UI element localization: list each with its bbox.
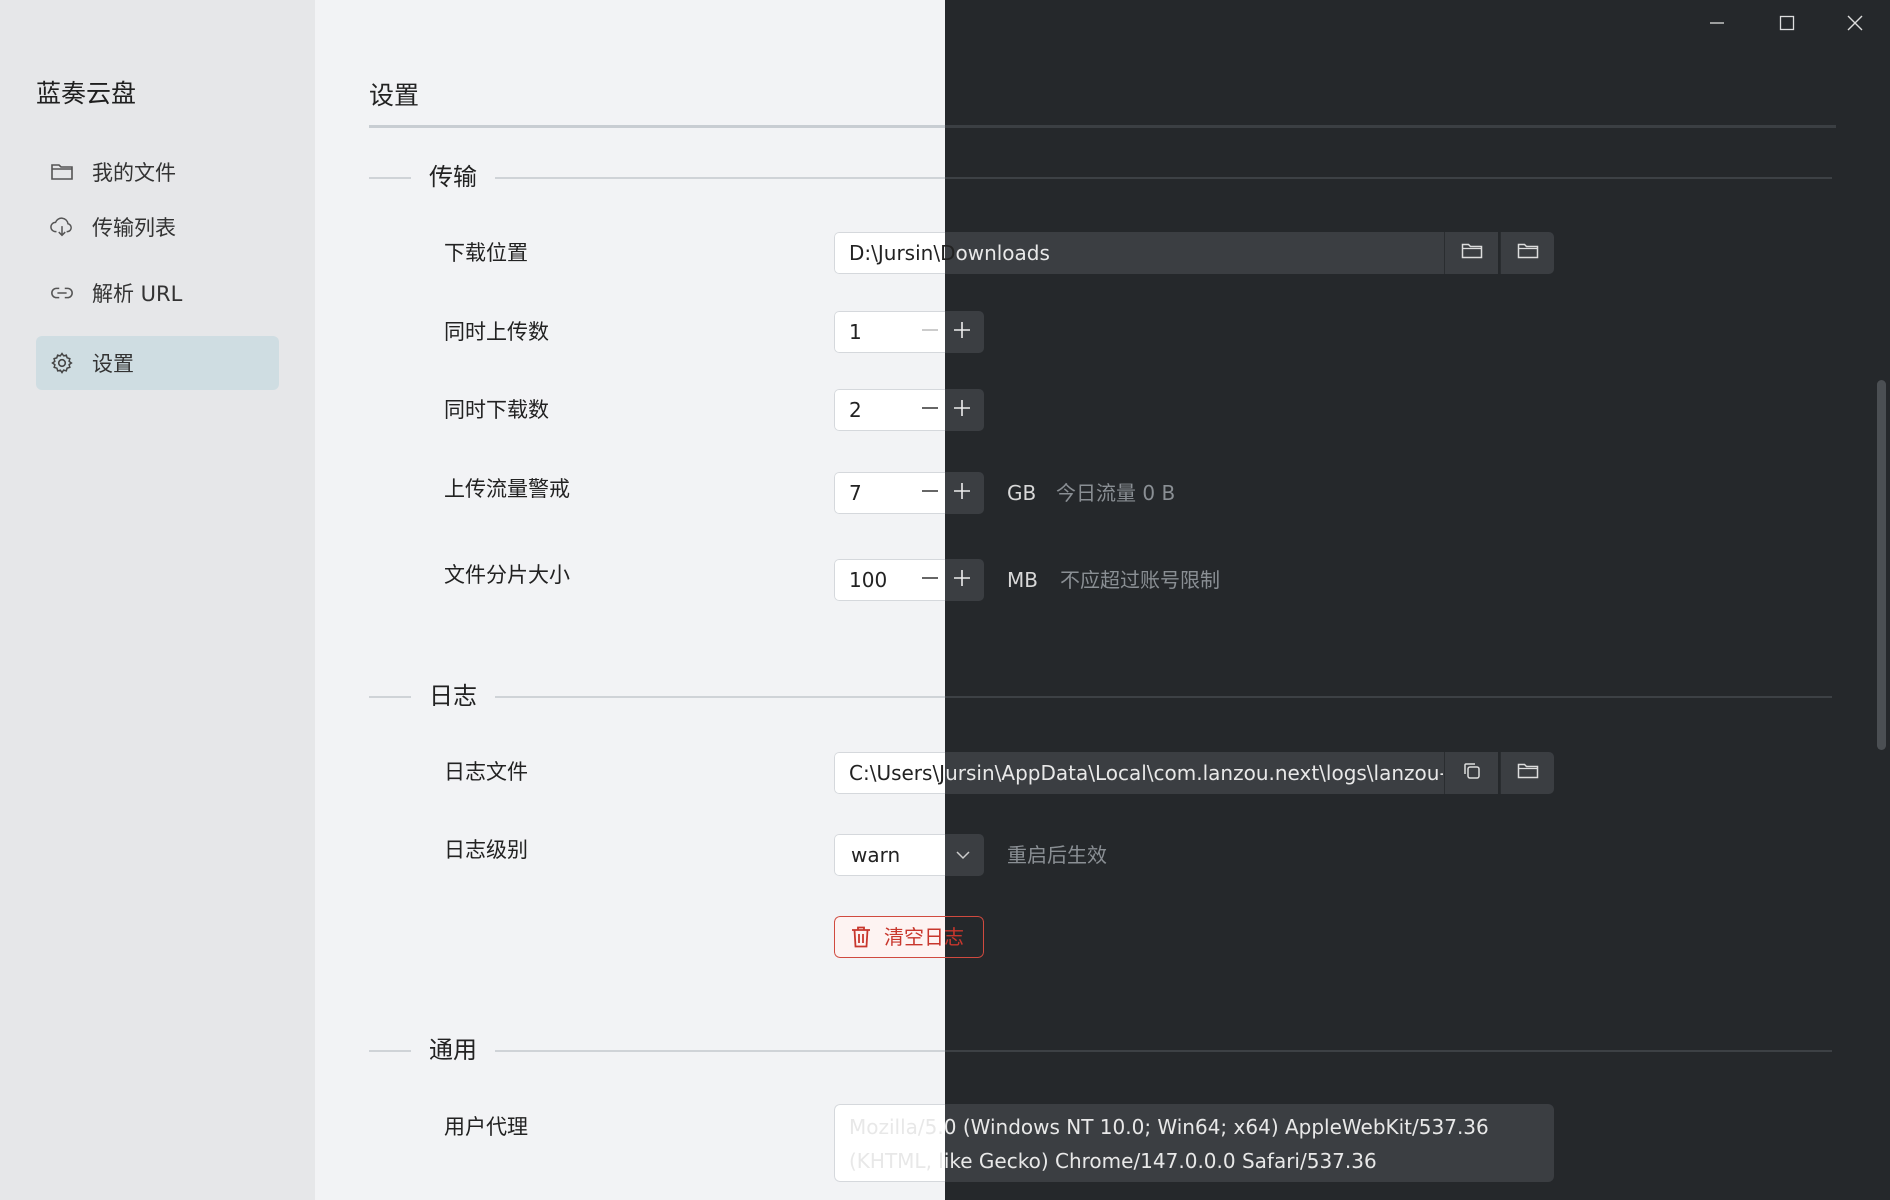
sidebar: 蓝奏云盘 我的文件 传输列表 解析 URL 设置	[0, 0, 315, 1200]
minimize-button[interactable]	[1692, 10, 1742, 40]
minus-icon	[921, 569, 939, 591]
copy-icon	[1462, 761, 1482, 785]
clear-log-button[interactable]: 清空日志	[834, 916, 984, 958]
chunk-hint: 不应超过账号限制	[1060, 568, 1220, 592]
chunk-size-label: 文件分片大小	[444, 563, 570, 587]
minus-icon	[921, 321, 939, 343]
concurrent-uploads-stepper[interactable]: 1	[834, 311, 984, 353]
page-title: 设置	[369, 81, 420, 110]
plus-icon	[953, 399, 971, 421]
section-general: 通用	[369, 1035, 1834, 1065]
increment-button[interactable]	[946, 472, 978, 514]
user-agent-field[interactable]: Mozilla/5.0 (Windows NT 10.0; Win64; x64…	[834, 1104, 1554, 1182]
decrement-button[interactable]	[918, 472, 942, 514]
sidebar-item-label: 传输列表	[92, 216, 176, 240]
app-title: 蓝奏云盘	[36, 79, 137, 108]
log-file-label: 日志文件	[444, 760, 528, 784]
section-transfer: 传输	[369, 162, 1834, 192]
section-log: 日志	[369, 681, 1834, 711]
plus-icon	[953, 321, 971, 343]
select-value: warn	[851, 843, 901, 867]
choose-folder-button[interactable]	[1500, 232, 1554, 274]
plus-icon	[953, 569, 971, 591]
open-log-folder-button[interactable]	[1500, 752, 1554, 794]
concurrent-downloads-stepper[interactable]: 2	[834, 389, 984, 431]
close-button[interactable]	[1830, 10, 1880, 40]
increment-button[interactable]	[946, 311, 978, 353]
minus-icon	[921, 482, 939, 504]
minimize-icon	[1709, 15, 1725, 35]
trash-icon	[850, 916, 872, 958]
decrement-button[interactable]	[918, 311, 942, 353]
increment-button[interactable]	[946, 389, 978, 431]
cloud-download-icon	[50, 215, 74, 239]
plus-icon	[953, 482, 971, 504]
log-level-hint: 重启后生效	[1007, 843, 1107, 867]
traffic-hint: 今日流量 0 B	[1056, 481, 1176, 505]
clear-log-label: 清空日志	[884, 925, 964, 949]
chunk-size-stepper[interactable]: 100	[834, 559, 984, 601]
minus-icon	[921, 399, 939, 421]
folder-open-icon	[1461, 242, 1483, 264]
copy-path-button[interactable]	[1444, 752, 1498, 794]
stepper-value[interactable]: 7	[849, 472, 862, 514]
concurrent-downloads-label: 同时下载数	[444, 398, 549, 422]
sidebar-item-my-files[interactable]: 我的文件	[36, 145, 279, 199]
folder-icon	[1517, 762, 1539, 784]
section-title: 通用	[429, 1036, 477, 1064]
decrement-button[interactable]	[918, 389, 942, 431]
sidebar-item-label: 解析 URL	[92, 282, 183, 306]
open-folder-button[interactable]	[1444, 232, 1498, 274]
link-icon	[50, 281, 74, 305]
sidebar-item-parse-url[interactable]: 解析 URL	[36, 266, 279, 320]
section-title: 日志	[429, 682, 477, 710]
section-title: 传输	[429, 163, 477, 191]
log-file-field[interactable]: C:\Users\Jursin\AppData\Local\com.lanzou…	[834, 752, 1554, 794]
sidebar-item-label: 我的文件	[92, 161, 176, 185]
stepper-value[interactable]: 2	[849, 389, 862, 431]
traffic-unit: GB	[1007, 481, 1037, 505]
decrement-button[interactable]	[918, 559, 942, 601]
log-level-select[interactable]: warn	[834, 834, 984, 876]
increment-button[interactable]	[946, 559, 978, 601]
maximize-button[interactable]	[1762, 10, 1812, 40]
download-location-field[interactable]: D:\Jursin\Downloads	[834, 232, 1554, 274]
upload-traffic-alert-stepper[interactable]: 7	[834, 472, 984, 514]
folder-icon	[50, 160, 74, 184]
user-agent-label: 用户代理	[444, 1115, 528, 1139]
sidebar-item-transfer-list[interactable]: 传输列表	[36, 200, 279, 254]
upload-traffic-alert-label: 上传流量警戒	[444, 477, 570, 501]
stepper-value[interactable]: 1	[849, 311, 862, 353]
user-agent-value[interactable]: Mozilla/5.0 (Windows NT 10.0; Win64; x64…	[849, 1110, 1544, 1178]
chunk-unit: MB	[1007, 568, 1038, 592]
chevron-down-icon	[948, 834, 978, 876]
stepper-value[interactable]: 100	[849, 559, 887, 601]
maximize-icon	[1779, 15, 1795, 35]
sidebar-item-settings[interactable]: 设置	[36, 336, 279, 390]
sidebar-item-label: 设置	[92, 352, 134, 376]
scrollbar-thumb[interactable]	[1877, 380, 1886, 750]
close-icon	[1846, 14, 1864, 36]
download-location-label: 下载位置	[444, 241, 528, 265]
title-divider	[369, 125, 1836, 128]
concurrent-uploads-label: 同时上传数	[444, 320, 549, 344]
log-level-label: 日志级别	[444, 838, 528, 862]
gear-icon	[50, 351, 74, 375]
folder-icon	[1517, 242, 1539, 264]
